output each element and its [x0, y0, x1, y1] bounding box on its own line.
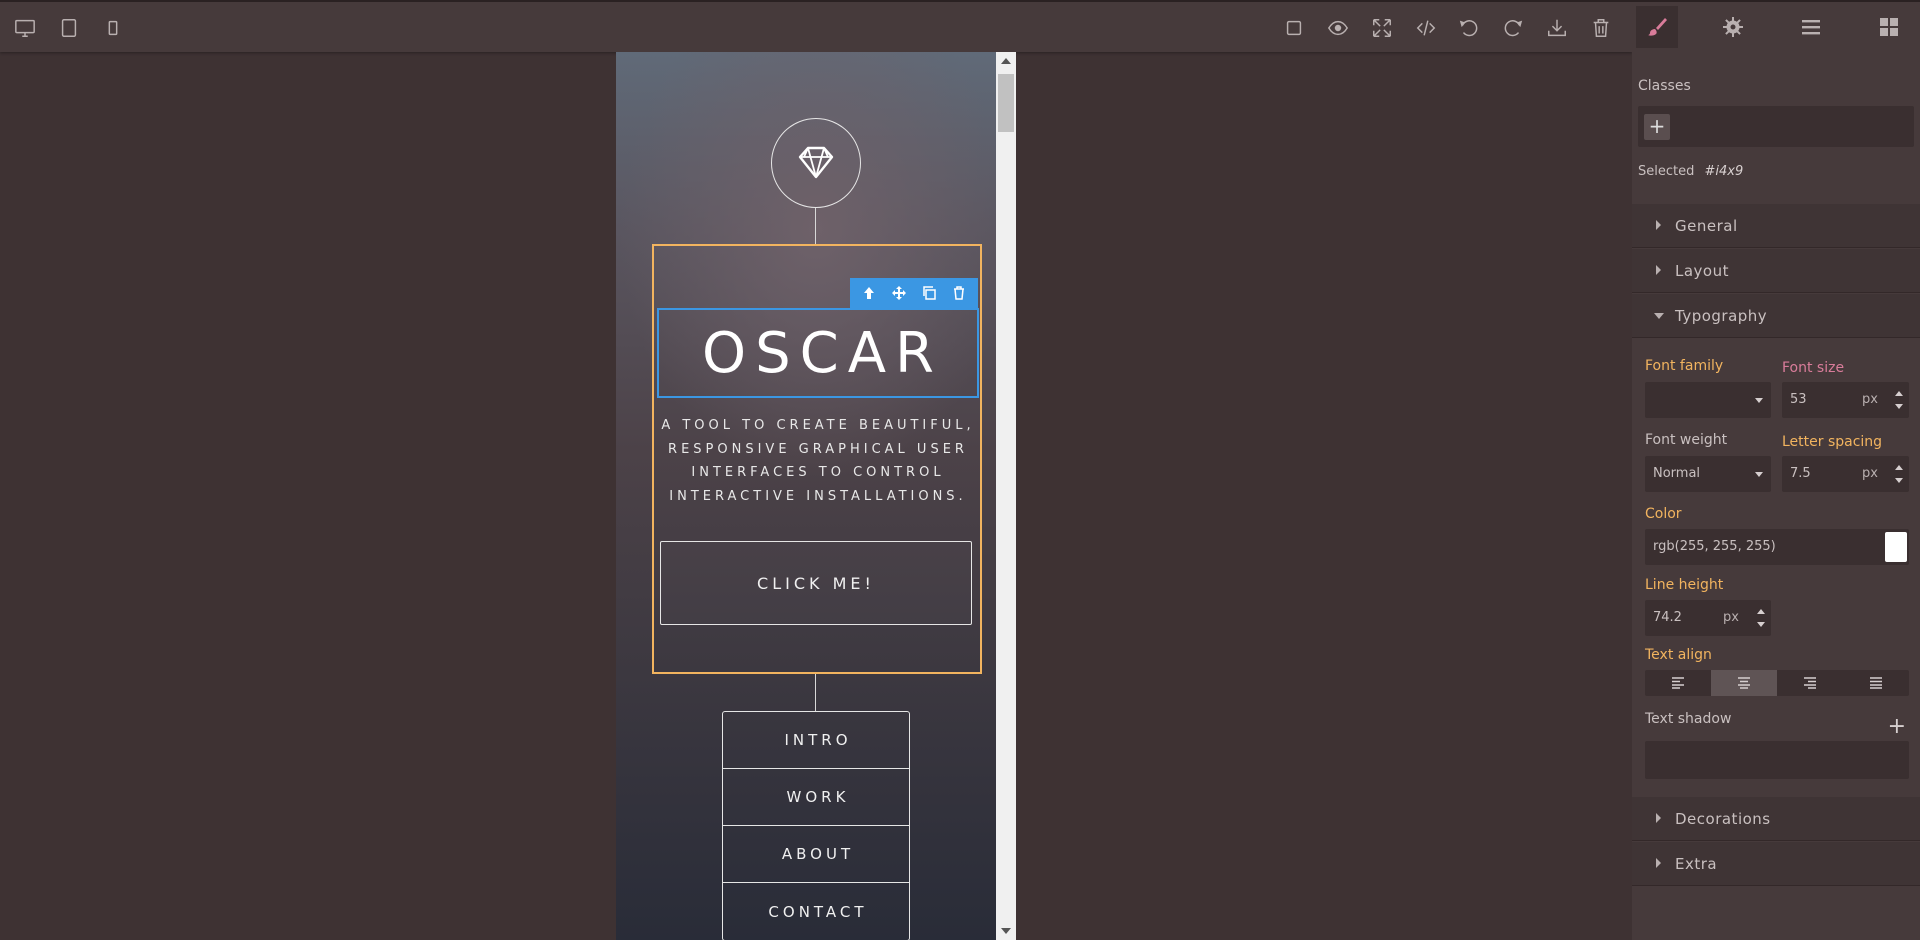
- section-extra[interactable]: Extra: [1632, 842, 1920, 886]
- chevron-down-icon: [1755, 398, 1763, 403]
- text-align-group: [1645, 670, 1909, 696]
- color-input[interactable]: rgb(255, 255, 255): [1645, 529, 1909, 565]
- menu-icon[interactable]: [1790, 6, 1832, 48]
- diamond-icon: [798, 146, 834, 179]
- stepper-icon[interactable]: [1895, 465, 1903, 483]
- line-height-label: Line height: [1645, 577, 1724, 593]
- hero-subtitle[interactable]: A TOOL TO CREATE BEAUTIFUL, RESPONSIVE G…: [658, 414, 978, 508]
- mobile-icon[interactable]: [98, 13, 128, 43]
- font-size-input[interactable]: 53 px: [1782, 382, 1909, 418]
- nav-item-intro[interactable]: INTRO: [723, 712, 909, 769]
- letter-spacing-label: Letter spacing: [1782, 434, 1883, 450]
- text-shadow-list: [1645, 741, 1909, 779]
- scroll-down-icon[interactable]: [1001, 928, 1011, 934]
- section-general[interactable]: General: [1632, 204, 1920, 248]
- section-typography-title: Typography: [1675, 307, 1768, 325]
- section-extra-title: Extra: [1675, 855, 1718, 873]
- font-size-unit: px: [1862, 392, 1878, 407]
- trash-icon[interactable]: [1586, 13, 1616, 43]
- connector-line: [815, 674, 816, 711]
- font-family-select[interactable]: [1645, 382, 1771, 418]
- font-weight-label: Font weight: [1645, 432, 1728, 448]
- section-decorations[interactable]: Decorations: [1632, 797, 1920, 841]
- font-weight-value: Normal: [1653, 466, 1701, 481]
- section-decorations-title: Decorations: [1675, 810, 1771, 828]
- classes-input[interactable]: +: [1638, 106, 1914, 147]
- text-shadow-label: Text shadow: [1645, 711, 1732, 727]
- copy-icon[interactable]: [921, 285, 937, 301]
- connector-line: [815, 208, 816, 244]
- editor-toolbar: [0, 0, 1632, 52]
- style-manager-panel: Classes + Selected #i4x9 General Layout …: [1632, 0, 1920, 940]
- caret-right-icon: [1656, 858, 1661, 868]
- font-size-value: 53: [1790, 392, 1807, 407]
- add-class-button[interactable]: +: [1644, 114, 1670, 140]
- section-general-title: General: [1675, 217, 1738, 235]
- font-family-label: Font family: [1645, 358, 1724, 374]
- fullscreen-icon[interactable]: [1367, 13, 1397, 43]
- align-left-icon[interactable]: [1645, 670, 1711, 696]
- move-icon[interactable]: [891, 285, 907, 301]
- nav-item-contact[interactable]: CONTACT: [723, 883, 909, 940]
- chevron-down-icon: [1755, 472, 1763, 477]
- stepper-icon[interactable]: [1757, 609, 1765, 627]
- caret-right-icon: [1656, 265, 1661, 275]
- square-icon[interactable]: [1279, 13, 1309, 43]
- canvas-frame[interactable]: OSCAR A TOOL TO CREATE BEAUTIFUL, RESPON…: [616, 52, 1016, 940]
- delete-icon[interactable]: [951, 285, 967, 301]
- scroll-up-icon[interactable]: [1001, 58, 1011, 64]
- nav-menu: INTRO WORK ABOUT CONTACT: [722, 711, 910, 940]
- section-typography[interactable]: Typography: [1632, 294, 1920, 338]
- canvas-scrollbar[interactable]: [996, 52, 1016, 940]
- selected-indicator: Selected #i4x9: [1638, 164, 1743, 179]
- tablet-icon[interactable]: [54, 13, 84, 43]
- text-align-label: Text align: [1645, 647, 1712, 663]
- download-icon[interactable]: [1542, 13, 1572, 43]
- line-height-input[interactable]: 74.2 px: [1645, 600, 1771, 636]
- classes-label: Classes: [1638, 78, 1691, 94]
- redo-icon[interactable]: [1498, 13, 1528, 43]
- undo-icon[interactable]: [1454, 13, 1484, 43]
- color-label: Color: [1645, 506, 1682, 522]
- align-right-icon[interactable]: [1777, 670, 1843, 696]
- gear-icon[interactable]: [1712, 6, 1754, 48]
- letter-spacing-value: 7.5: [1790, 466, 1811, 481]
- scroll-thumb[interactable]: [998, 74, 1014, 132]
- selected-title-box[interactable]: OSCAR: [657, 308, 979, 398]
- element-toolbar: [850, 278, 978, 308]
- nav-item-about[interactable]: ABOUT: [723, 826, 909, 883]
- arrow-up-icon[interactable]: [861, 285, 877, 301]
- add-shadow-button[interactable]: +: [1888, 716, 1906, 738]
- code-icon[interactable]: [1411, 13, 1441, 43]
- font-size-label: Font size: [1782, 360, 1845, 376]
- letter-spacing-input[interactable]: 7.5 px: [1782, 456, 1909, 492]
- nav-item-work[interactable]: WORK: [723, 769, 909, 826]
- color-value: rgb(255, 255, 255): [1653, 539, 1776, 554]
- logo[interactable]: [771, 118, 861, 208]
- hero-block[interactable]: OSCAR A TOOL TO CREATE BEAUTIFUL, RESPON…: [652, 244, 982, 674]
- selected-id: #i4x9: [1704, 164, 1744, 179]
- selected-label: Selected: [1638, 164, 1695, 179]
- caret-right-icon: [1656, 813, 1661, 823]
- align-justify-icon[interactable]: [1843, 670, 1909, 696]
- stepper-icon[interactable]: [1895, 391, 1903, 409]
- blocks-icon[interactable]: [1868, 6, 1910, 48]
- line-height-unit: px: [1723, 610, 1739, 625]
- typography-properties: Font family Font size 53 px Font weight …: [1632, 341, 1920, 799]
- caret-right-icon: [1656, 220, 1661, 230]
- letter-spacing-unit: px: [1862, 466, 1878, 481]
- line-height-value: 74.2: [1653, 610, 1682, 625]
- paint-brush-icon[interactable]: [1636, 6, 1678, 48]
- section-layout[interactable]: Layout: [1632, 249, 1920, 293]
- align-center-icon[interactable]: [1711, 670, 1777, 696]
- font-weight-select[interactable]: Normal: [1645, 456, 1771, 492]
- section-layout-title: Layout: [1675, 262, 1729, 280]
- color-swatch[interactable]: [1885, 532, 1907, 562]
- caret-down-icon: [1654, 313, 1664, 319]
- hero-title[interactable]: OSCAR: [693, 321, 943, 386]
- click-me-button[interactable]: CLICK ME!: [660, 541, 972, 625]
- eye-icon[interactable]: [1323, 13, 1353, 43]
- panel-tabs: [1632, 0, 1920, 52]
- desktop-icon[interactable]: [10, 13, 40, 43]
